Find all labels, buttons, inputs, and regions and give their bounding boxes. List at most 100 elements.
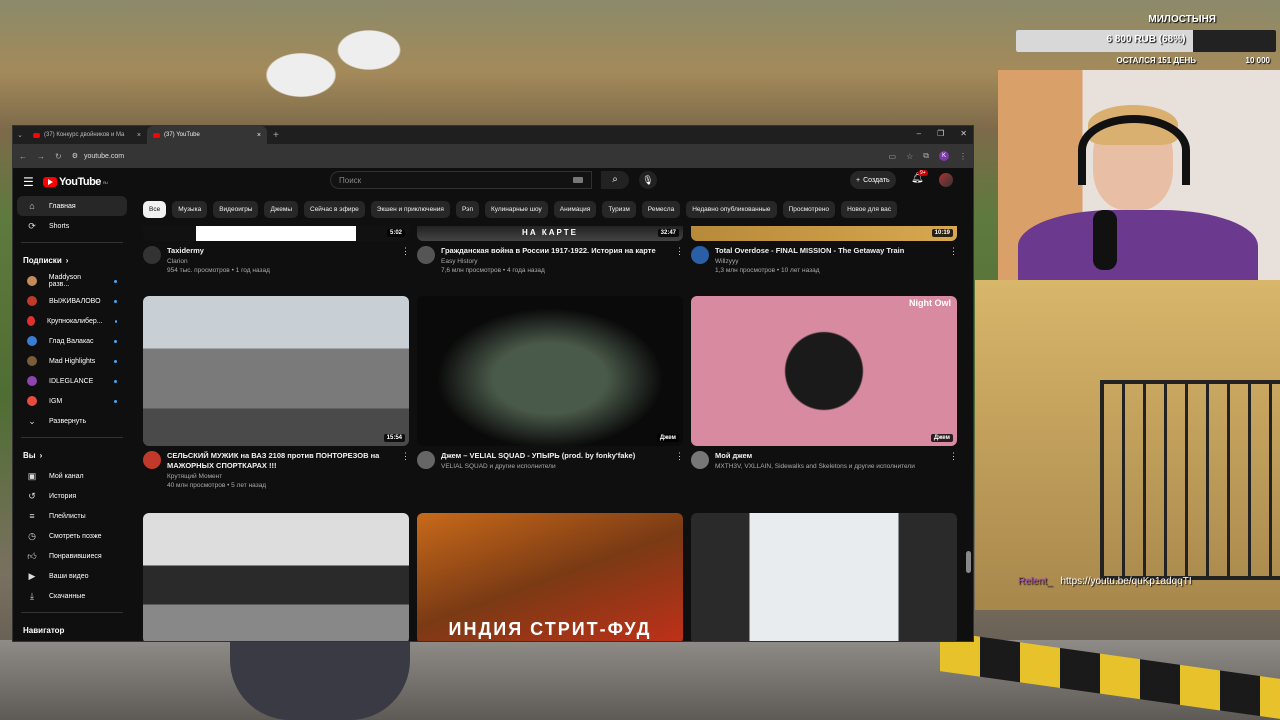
tab-1[interactable]: (37) Конкурс двойников и Ма × xyxy=(27,126,147,144)
subscriptions-heading[interactable]: Подписки › xyxy=(13,249,131,271)
sidebar-subscription[interactable]: Maddyson разв... xyxy=(17,271,127,291)
video-channel[interactable]: Easy History xyxy=(441,258,669,265)
sidebar-item-shorts[interactable]: ⟳ Shorts xyxy=(17,216,127,236)
video-title[interactable]: Мой джем xyxy=(715,451,943,461)
channel-avatar[interactable] xyxy=(691,451,709,469)
filter-chip[interactable]: Новое для вас xyxy=(841,201,897,218)
video-channel[interactable]: MXTH3V, VXLLAIN, Sidewalks and Skeletons… xyxy=(715,463,943,470)
sidebar-subscription[interactable]: Mad Highlights xyxy=(17,351,127,371)
more-actions-icon[interactable]: ⋮ xyxy=(401,246,410,274)
video-thumbnail[interactable]: 5:02 xyxy=(143,226,409,241)
keyboard-icon[interactable] xyxy=(573,177,583,183)
scrollbar-thumb[interactable] xyxy=(966,551,971,573)
video-card[interactable]: Night Owl Джем Мой джем MXTH3V, VXLLAIN, Si… xyxy=(691,296,958,470)
video-channel[interactable]: Clarion xyxy=(167,258,395,265)
video-card[interactable]: НА КАРТЕ 32:47 Гражданская война в России … xyxy=(417,226,684,274)
filter-chip[interactable]: Недавно опубликованные xyxy=(686,201,777,218)
create-button[interactable]: + Создать xyxy=(850,171,896,189)
channel-avatar[interactable] xyxy=(417,451,435,469)
filter-chip[interactable]: Кулинарные шоу xyxy=(484,201,548,218)
sidebar-item-you[interactable]: ↺ История xyxy=(17,486,127,506)
profile-icon[interactable]: K xyxy=(939,151,949,161)
video-thumbnail[interactable]: ИНДИЯ СТРИТ-ФУД xyxy=(417,513,683,641)
channel-avatar[interactable] xyxy=(143,246,161,264)
channel-avatar[interactable] xyxy=(691,246,709,264)
video-thumbnail[interactable]: 15:54 xyxy=(143,296,409,446)
close-tab-icon[interactable]: × xyxy=(137,132,141,139)
menu-dots-icon[interactable]: ⋮ xyxy=(959,152,967,161)
video-card[interactable]: 15:54 СЕЛЬСКИЙ МУЖИК на ВАЗ 2108 против П… xyxy=(143,296,410,489)
sidebar-item-you[interactable]: ▣ Мой канал xyxy=(17,466,127,486)
video-channel[interactable]: Willzyyy xyxy=(715,258,943,265)
sidebar-subscription[interactable]: IDLEGLANCE xyxy=(17,371,127,391)
youtube-logo[interactable]: YouTube RU xyxy=(43,176,108,188)
video-channel[interactable]: Крутящий Момент xyxy=(167,473,395,480)
video-title[interactable]: Джем – VELIAL SQUAD - УПЫРЬ (prod. by fo… xyxy=(441,451,669,461)
search-input[interactable]: Поиск xyxy=(330,171,592,189)
video-title[interactable]: Taxidermy xyxy=(167,246,395,256)
sidebar-item-you[interactable]: ◷ Смотреть позже xyxy=(17,526,127,546)
you-heading[interactable]: Вы › xyxy=(13,444,131,466)
video-card[interactable] xyxy=(691,513,957,641)
video-thumbnail[interactable] xyxy=(143,513,409,641)
video-thumbnail[interactable] xyxy=(691,513,957,641)
filter-chip[interactable]: Джемы xyxy=(264,201,298,218)
sidebar-item-you[interactable]: ▶ Ваши видео xyxy=(17,566,127,586)
video-card[interactable]: ИНДИЯ СТРИТ-ФУД xyxy=(417,513,683,641)
reload-icon[interactable]: ↻ xyxy=(55,152,62,161)
filter-chip[interactable]: Музыка xyxy=(172,201,208,218)
video-card[interactable]: 5:02 Taxidermy Clarion 954 тыс. просмотров … xyxy=(143,226,410,274)
sidebar-item-home[interactable]: ⌂ Главная xyxy=(17,196,127,216)
sidebar-item-you[interactable]: ⤓ Скачанные xyxy=(17,586,127,606)
filter-chip[interactable]: Рэп xyxy=(455,201,479,218)
video-card[interactable]: Джем Джем – VELIAL SQUAD - УПЫРЬ (prod. b… xyxy=(417,296,684,470)
sidebar-subscription[interactable]: Глад Валакас xyxy=(17,331,127,351)
bookmark-star-icon[interactable]: ☆ xyxy=(906,152,913,161)
new-tab-button[interactable]: + xyxy=(267,130,285,141)
account-avatar[interactable] xyxy=(939,173,953,187)
video-title[interactable]: Total Overdose - FINAL MISSION - The Get… xyxy=(715,246,943,256)
video-thumbnail[interactable]: 10:19 xyxy=(691,226,957,241)
back-icon[interactable]: ← xyxy=(19,152,27,161)
more-actions-icon[interactable]: ⋮ xyxy=(401,451,410,489)
filter-chip[interactable]: Сейчас в эфире xyxy=(304,201,365,218)
close-window-icon[interactable]: ✕ xyxy=(960,129,967,138)
sidebar-item-expand[interactable]: ⌄ Развернуть xyxy=(17,411,127,431)
forward-icon[interactable]: → xyxy=(37,152,45,161)
filter-chip[interactable]: Ремесла xyxy=(641,201,681,218)
filter-chip[interactable]: Анимация xyxy=(553,201,597,218)
more-actions-icon[interactable]: ⋮ xyxy=(949,246,958,274)
channel-avatar[interactable] xyxy=(143,451,161,469)
video-channel[interactable]: VELIAL SQUAD и другие исполнители xyxy=(441,463,669,470)
tab-2[interactable]: (37) YouTube × xyxy=(147,126,267,144)
search-button[interactable]: ⌕ xyxy=(601,171,629,189)
extensions-icon[interactable]: ⧉ xyxy=(923,151,929,161)
sidebar-subscription[interactable]: IGM xyxy=(17,391,127,411)
more-actions-icon[interactable]: ⋮ xyxy=(675,246,684,274)
close-tab-icon[interactable]: × xyxy=(257,132,261,139)
filter-chip[interactable]: Просмотрено xyxy=(782,201,836,218)
filter-chip[interactable]: Экшен и приключения xyxy=(370,201,450,218)
sidebar-item-you[interactable]: ≡ Плейлисты xyxy=(17,506,127,526)
video-card[interactable]: 10:19 Total Overdose - FINAL MISSION - Th… xyxy=(691,226,958,274)
video-thumbnail[interactable]: Night Owl Джем xyxy=(691,296,957,446)
voice-search-button[interactable]: 🎙︎ xyxy=(639,171,657,189)
filter-chip[interactable]: Видеоигры xyxy=(213,201,259,218)
tab-search-icon[interactable]: ⌄ xyxy=(13,131,27,139)
site-info-icon[interactable]: ⚙ xyxy=(72,152,78,160)
video-thumbnail[interactable]: Джем xyxy=(417,296,683,446)
video-card[interactable] xyxy=(143,513,409,641)
filter-chip[interactable]: Туризм xyxy=(602,201,636,218)
video-title[interactable]: Гражданская война в России 1917-1922. Ис… xyxy=(441,246,669,256)
sidebar-item-you[interactable]: 👍︎ Понравившиеся xyxy=(17,546,127,566)
more-actions-icon[interactable]: ⋮ xyxy=(949,451,958,470)
more-actions-icon[interactable]: ⋮ xyxy=(675,451,684,470)
cast-icon[interactable]: ▭ xyxy=(889,152,897,161)
notifications-button[interactable]: 🔔︎ 9+ xyxy=(911,170,928,184)
channel-avatar[interactable] xyxy=(417,246,435,264)
hamburger-menu-icon[interactable]: ☰ xyxy=(23,175,43,189)
url-field[interactable]: ⚙ youtube.com xyxy=(72,148,879,164)
sidebar-subscription[interactable]: ВЫЖИВАЛОВО xyxy=(17,291,127,311)
filter-chip[interactable]: Все xyxy=(143,201,167,218)
sidebar-subscription[interactable]: Крупнокалибер... xyxy=(17,311,127,331)
